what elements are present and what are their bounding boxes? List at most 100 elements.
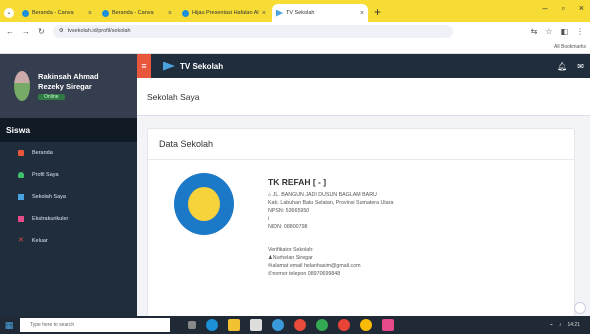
chat-widget-icon[interactable] xyxy=(574,302,586,314)
chrome-icon[interactable] xyxy=(338,319,350,331)
school-logo xyxy=(174,173,234,235)
bell-icon[interactable]: 🔔︎ xyxy=(557,62,567,71)
clock[interactable]: 14:21 xyxy=(567,322,580,328)
verifier-phone: ✆nomor telepon 08970699848 xyxy=(268,271,341,277)
info-line: i xyxy=(268,216,270,222)
npsn-line: NPSN: 53665950 xyxy=(268,208,310,214)
windows-start-icon[interactable]: ▦ xyxy=(0,320,18,331)
browser-tab[interactable]: Hijau Presentasi Hafalan Al Qu... × xyxy=(178,4,270,22)
task-view-icon[interactable] xyxy=(188,321,196,329)
window-controls: – ▫ × xyxy=(543,3,584,13)
user-name: Rakinsah Ahmad Rezeky Siregar xyxy=(38,72,99,91)
close-tab-icon[interactable]: × xyxy=(262,10,266,17)
navbar-icons: 🔔︎ ✉ xyxy=(557,62,584,71)
main-content: Sekolah Saya Data Sekolah TK REFAH [ - ]… xyxy=(137,78,590,318)
sidebar-item-sekolah[interactable]: Sekolah Saya xyxy=(0,186,137,208)
avatar xyxy=(14,71,31,101)
close-window-icon[interactable]: × xyxy=(579,3,584,13)
sidebar-item-label: Profil Saya xyxy=(32,172,59,178)
address-bar: ← → ↻ ⚙ tvsekolah.id/profil/sekolah ⇆ ☆ … xyxy=(0,22,590,40)
sidebar-item-beranda[interactable]: Beranda xyxy=(0,142,137,164)
close-tab-icon[interactable]: × xyxy=(88,10,92,17)
school-info: TK REFAH [ - ] ⌂ JL. BANGUN JADI DUSUN B… xyxy=(268,176,393,278)
translate-icon[interactable]: ⇆ xyxy=(531,27,538,36)
chrome-icon[interactable] xyxy=(316,319,328,331)
city-line: Kab. Labuhan Batu Selatan, Provinsi Suma… xyxy=(268,200,394,206)
tab-title: Beranda - Canva xyxy=(32,10,74,16)
bookmarks-bar: All Bookmarks xyxy=(0,40,590,54)
sidebar: Rakinsah Ahmad Rezeky Siregar Online Sis… xyxy=(0,54,137,316)
browser-tab[interactable]: Beranda - Canva × xyxy=(98,4,176,22)
sidebar-item-label: Keluar xyxy=(31,238,48,244)
back-icon[interactable]: ← xyxy=(6,27,14,36)
user-icon xyxy=(18,172,24,178)
canva-icon xyxy=(102,9,109,17)
verifier-label: Verifikator Sekolah: xyxy=(268,247,314,253)
user-panel: Rakinsah Ahmad Rezeky Siregar Online xyxy=(0,54,137,118)
hamburger-icon[interactable]: ≡ xyxy=(137,54,151,78)
canva-icon xyxy=(182,9,189,17)
site-info-icon[interactable]: ⚙ xyxy=(59,28,64,34)
verifier-email: ✉alamat email helanhasim@gmail.com xyxy=(268,263,361,269)
address-line: ⌂ JL. BANGUN JADI DUSUN BAGLAM BARU xyxy=(268,192,377,198)
chrome-icon[interactable] xyxy=(360,319,372,331)
folder-icon[interactable] xyxy=(228,319,240,331)
volume-icon[interactable]: ♪ xyxy=(559,322,562,328)
tab-search-icon[interactable]: ⌄ xyxy=(4,8,14,18)
app-icon[interactable] xyxy=(294,319,306,331)
brand-name: TV Sekolah xyxy=(180,61,224,71)
minimize-icon[interactable]: – xyxy=(543,3,548,13)
browser-tab-strip: ⌄ Beranda - Canva × Beranda - Canva × Hi… xyxy=(0,0,590,22)
page-title: Sekolah Saya xyxy=(137,78,590,116)
tab-title: Hijau Presentasi Hafalan Al Qu... xyxy=(192,10,260,16)
close-tab-icon[interactable]: × xyxy=(360,10,364,17)
maximize-icon[interactable]: ▫ xyxy=(562,3,565,13)
school-name: TK REFAH [ - ] xyxy=(268,177,327,187)
taskbar: ▦ Type here to search ⌁ ♪ 14:21 xyxy=(0,316,590,334)
forward-icon[interactable]: → xyxy=(22,27,30,36)
network-icon[interactable]: ⌁ xyxy=(550,322,553,328)
all-bookmarks-link[interactable]: All Bookmarks xyxy=(554,44,586,50)
status-badge: Online xyxy=(38,94,123,100)
menu-header: Siswa xyxy=(0,118,137,142)
sidebar-item-keluar[interactable]: ✕ Keluar xyxy=(0,230,137,252)
sidebar-item-label: Ekstrakurikuler xyxy=(32,216,69,222)
school-card: Data Sekolah TK REFAH [ - ] ⌂ JL. BANGUN… xyxy=(147,128,575,318)
nisn-line: NIDN: 08800798 xyxy=(268,224,308,230)
edge-icon[interactable] xyxy=(206,319,218,331)
home-icon xyxy=(18,150,24,156)
sidebar-item-profil[interactable]: Profil Saya xyxy=(0,164,137,186)
star-icon[interactable]: ☆ xyxy=(545,27,552,36)
reload-icon[interactable]: ↻ xyxy=(38,27,45,36)
taskbar-search[interactable]: Type here to search xyxy=(20,318,170,332)
browser-tab[interactable]: Beranda - Canva × xyxy=(18,4,96,22)
sidebar-item-ekstrakurikuler[interactable]: Ekstrakurikuler xyxy=(0,208,137,230)
logo-emblem xyxy=(188,187,220,221)
tab-title: TV Sekolah xyxy=(286,10,315,16)
verifier-name: ♟Nurhelan Siregar xyxy=(268,255,313,261)
settings-icon[interactable] xyxy=(272,319,284,331)
url-field[interactable]: ⚙ tvsekolah.id/profil/sekolah xyxy=(52,24,453,38)
canva-icon xyxy=(22,9,29,17)
top-navbar: ≡ TV Sekolah 🔔︎ ✉ xyxy=(137,54,590,78)
sidebar-item-label: Beranda xyxy=(32,150,53,156)
divider xyxy=(148,159,574,160)
menu-icon[interactable]: ⋮ xyxy=(576,27,584,36)
trophy-icon xyxy=(18,216,24,222)
brand[interactable]: TV Sekolah xyxy=(163,61,224,71)
close-tab-icon[interactable]: × xyxy=(168,10,172,17)
app-icon[interactable] xyxy=(382,319,394,331)
new-tab-button[interactable]: + xyxy=(374,4,381,22)
tvsekolah-icon xyxy=(276,9,283,17)
extensions-icon[interactable]: ◧ xyxy=(560,27,568,36)
sidebar-item-label: Sekolah Saya xyxy=(32,194,66,200)
close-icon: ✕ xyxy=(18,237,24,244)
store-icon[interactable] xyxy=(250,319,262,331)
tvsekolah-logo-icon xyxy=(163,61,175,71)
card-title: Data Sekolah xyxy=(159,139,214,149)
school-icon xyxy=(18,194,24,200)
url-text: tvsekolah.id/profil/sekolah xyxy=(67,28,131,34)
browser-tab-active[interactable]: TV Sekolah × xyxy=(272,4,368,22)
tab-title: Beranda - Canva xyxy=(112,10,154,16)
mail-icon[interactable]: ✉ xyxy=(577,62,584,71)
